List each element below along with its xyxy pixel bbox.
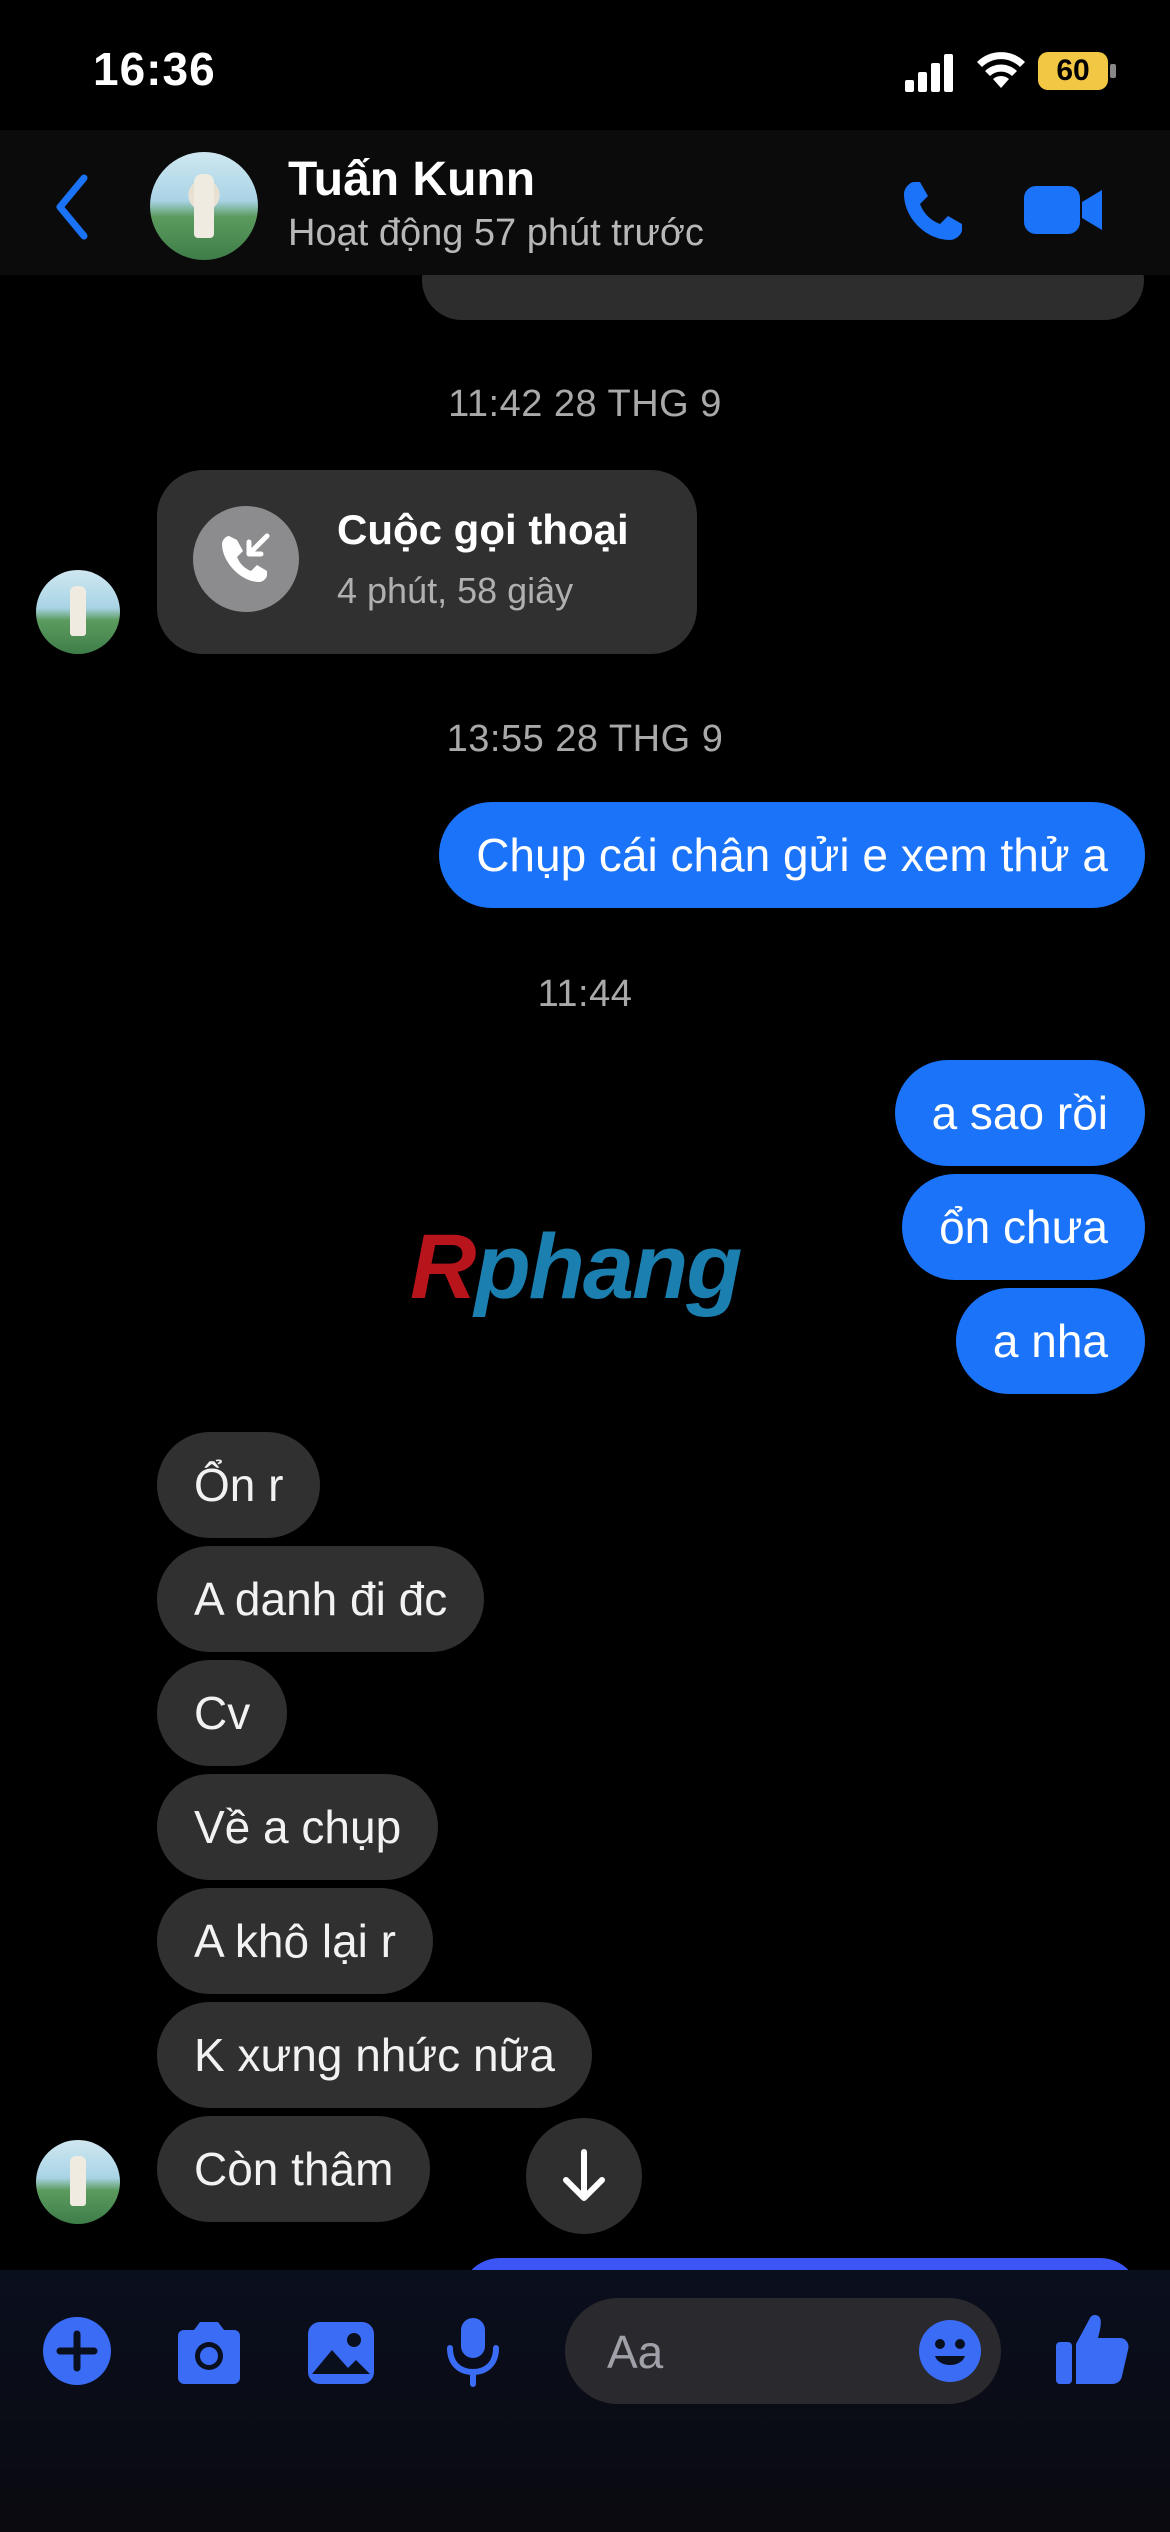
incoming-message[interactable]: A danh đi đc [157,1546,485,1652]
contact-avatar-small[interactable] [36,570,120,654]
incoming-message[interactable]: A khô lại r [157,1888,433,1994]
contact-active-status: Hoạt động 57 phút trước [288,212,704,254]
contact-name[interactable]: Tuấn Kunn [288,152,535,207]
incoming-message[interactable]: Cv [157,1660,288,1766]
incoming-message[interactable]: Về a chụp [157,1774,439,1880]
contact-avatar-small[interactable] [36,2140,120,2224]
message-timestamp: 13:55 28 THG 9 [446,718,724,760]
arrow-down-icon [563,2149,605,2201]
emoji-icon[interactable] [917,2318,983,2384]
status-time: 16:36 [93,43,216,95]
camera-icon[interactable] [172,2316,246,2390]
scroll-to-bottom-button[interactable] [526,2118,642,2234]
outgoing-message[interactable]: ổn chưa [902,1174,1145,1280]
call-duration: 4 phút, 58 giây [337,570,574,611]
incoming-message[interactable]: Còn thâm [157,2116,431,2222]
cellular-signal-icon [905,54,953,92]
incoming-message[interactable]: K xưng nhức nữa [157,2002,592,2108]
battery-level: 60 [1038,52,1108,90]
phone-call-icon[interactable] [900,178,966,244]
outgoing-message[interactable]: a sao rồi [894,1060,1145,1166]
outgoing-message[interactable]: a nha [955,1288,1145,1394]
incoming-message[interactable]: Ổn r [157,1432,321,1538]
image-icon[interactable] [304,2316,378,2390]
thumbs-up-icon[interactable] [1052,2308,1132,2388]
plus-icon[interactable] [40,2314,114,2388]
contact-avatar[interactable] [150,152,258,260]
call-icon-circle [193,506,299,612]
wifi-icon [977,52,1025,88]
call-title: Cuộc gọi thoại [337,506,629,553]
message-timestamp: 11:44 [537,973,633,1015]
battery-icon: 60 [1038,52,1118,92]
message-timestamp: 11:42 28 THG 9 [448,383,722,425]
incoming-call-icon [222,533,270,582]
message-input[interactable] [605,2298,909,2406]
outgoing-message[interactable]: Chụp cái chân gửi e xem thử a [439,802,1145,908]
video-call-icon[interactable] [1024,182,1104,238]
microphone-icon[interactable] [436,2314,510,2388]
back-icon[interactable] [52,172,92,242]
watermark-logo: Rphang [410,1216,742,1318]
